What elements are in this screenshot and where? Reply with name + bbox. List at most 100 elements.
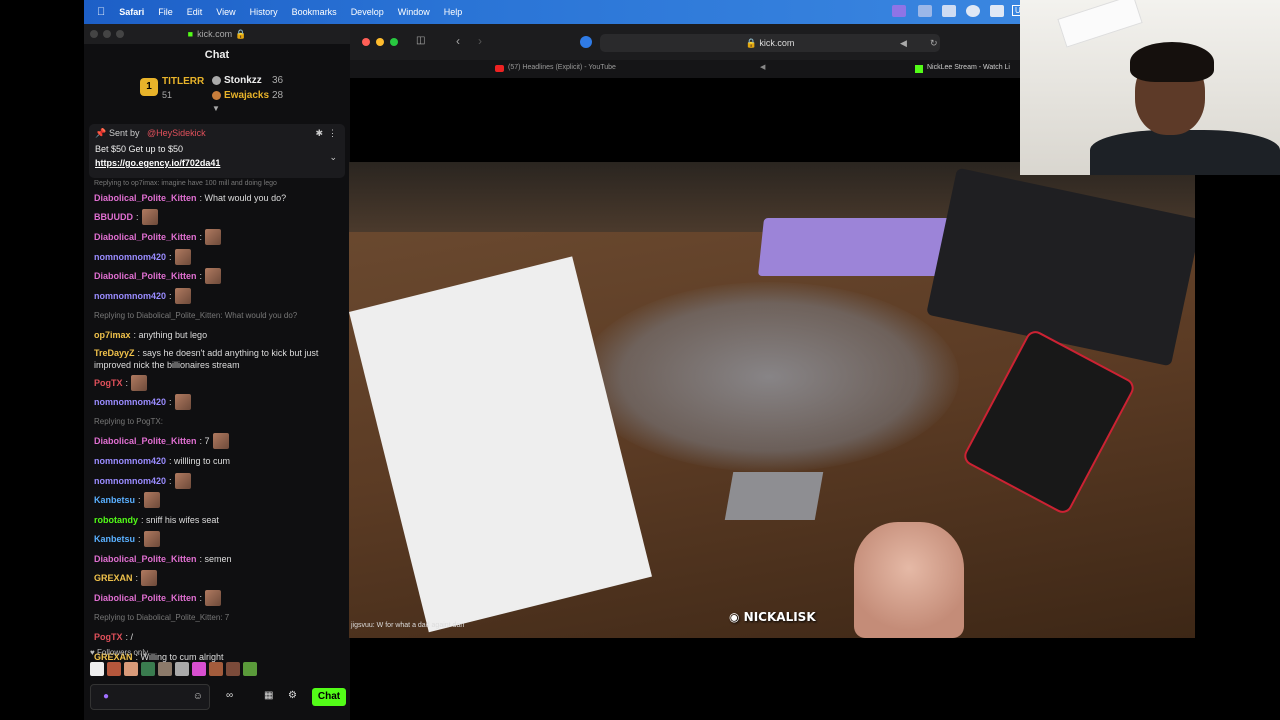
second-gifter[interactable]: Stonkzz (224, 75, 262, 86)
tab-kick[interactable]: NickLee Stream - Watch Li (927, 64, 1010, 71)
more-options-icon[interactable]: ⋮ (328, 128, 337, 139)
chat-message[interactable]: Kanbetsu: (84, 530, 350, 550)
collapse-chevron-icon[interactable]: ⌄ (329, 152, 337, 163)
unpin-icon[interactable]: ✱ (315, 128, 323, 139)
username[interactable]: Diabolical_Polite_Kitten (94, 232, 197, 242)
username[interactable]: Diabolical_Polite_Kitten (94, 554, 197, 564)
safari-close-icon[interactable] (362, 38, 370, 46)
menu-file[interactable]: File (158, 7, 173, 17)
reply-indicator[interactable]: Replying to Diabolical_Polite_Kitten: Wh… (84, 306, 350, 326)
chat-message[interactable]: Kanbetsu: (84, 490, 350, 510)
emote-icon[interactable] (175, 662, 189, 676)
chat-message[interactable]: nomnomnom420: (84, 286, 350, 306)
emote-icon[interactable] (209, 662, 223, 676)
play-icon[interactable] (966, 5, 980, 17)
expand-chevron-icon[interactable]: ▼ (212, 104, 220, 113)
username[interactable]: GREXAN (94, 573, 133, 583)
mute-tab-icon[interactable]: ◀ (900, 38, 907, 49)
username[interactable]: Diabolical_Polite_Kitten (94, 193, 197, 203)
tab-audio-icon[interactable]: ◀ (760, 63, 765, 71)
chat-message[interactable]: Diabolical_Polite_Kitten: (84, 227, 350, 247)
microphone-icon[interactable]: ● (103, 691, 109, 702)
chat-message[interactable]: op7imax: anything but lego (84, 325, 350, 345)
reload-icon[interactable]: ↻ (930, 38, 938, 49)
chat-message[interactable]: nomnomnom420: (84, 247, 350, 267)
username[interactable]: BBUUDD (94, 212, 133, 222)
stream-video[interactable]: ◉ NICKALISK jigsvuu: W for what a dad ag… (349, 162, 1195, 638)
menu-help[interactable]: Help (444, 7, 463, 17)
username[interactable]: robotandy (94, 515, 138, 525)
minimize-icon[interactable] (103, 30, 111, 38)
emote-icon[interactable] (124, 662, 138, 676)
emote-icon[interactable] (226, 662, 240, 676)
menu-view[interactable]: View (216, 7, 235, 17)
chat-send-button[interactable]: Chat (312, 688, 346, 706)
settings-gear-icon[interactable]: ⚙ (288, 690, 297, 701)
emote-icon[interactable] (107, 662, 121, 676)
sidebar-icon[interactable]: ◫ (416, 35, 425, 46)
username[interactable]: op7imax (94, 330, 131, 340)
chat-message[interactable]: BBUUDD: (84, 208, 350, 228)
chat-message[interactable]: Diabolical_Polite_Kitten: (84, 266, 350, 286)
safari-zoom-icon[interactable] (390, 38, 398, 46)
pinned-message[interactable]: 📌 Sent by @HeySidekick ✱ ⋮ Bet $50 Get u… (89, 124, 345, 178)
username[interactable]: nomnomnom420 (94, 291, 166, 301)
username[interactable]: nomnomnom420 (94, 252, 166, 262)
username[interactable]: nomnomnom420 (94, 476, 166, 486)
chat-message[interactable]: TreDayyZ: says he doesn't add anything t… (84, 345, 350, 373)
reply-indicator[interactable]: Replying to Diabolical_Polite_Kitten: 7 (84, 608, 350, 628)
chat-message[interactable]: PogTX: (84, 373, 350, 393)
username[interactable]: nomnomnom420 (94, 397, 166, 407)
username[interactable]: PogTX (94, 632, 123, 642)
display-icon[interactable] (942, 5, 956, 17)
back-icon[interactable]: ‹ (456, 34, 460, 48)
tv-icon[interactable] (990, 5, 1004, 17)
chat-message[interactable]: nomnomnom420: (84, 392, 350, 412)
chat-message[interactable]: Diabolical_Polite_Kitten: (84, 588, 350, 608)
zoom-icon[interactable] (116, 30, 124, 38)
address-bar[interactable]: 🔒 kick.com (600, 34, 940, 52)
screen-record-icon[interactable] (892, 5, 906, 17)
username[interactable]: TreDayyZ (94, 348, 135, 358)
chat-message[interactable]: Diabolical_Polite_Kitten: semen (84, 549, 350, 569)
emote-icon[interactable] (192, 662, 206, 676)
shield-icon[interactable] (918, 5, 932, 17)
reply-indicator[interactable]: Replying to PogTX: (84, 412, 350, 432)
chat-message[interactable]: nomnomnom420: (84, 471, 350, 491)
chat-message[interactable]: Diabolical_Polite_Kitten: 7 (84, 432, 350, 452)
menu-window[interactable]: Window (398, 7, 430, 17)
username[interactable]: Kanbetsu (94, 495, 135, 505)
username[interactable]: Diabolical_Polite_Kitten (94, 271, 197, 281)
emote-icon[interactable] (243, 662, 257, 676)
menu-edit[interactable]: Edit (187, 7, 203, 17)
username[interactable]: PogTX (94, 378, 123, 388)
chat-message[interactable]: PogTX: / (84, 627, 350, 647)
extension-icon[interactable] (580, 36, 592, 48)
apple-icon[interactable]:  (97, 6, 105, 18)
menu-history[interactable]: History (250, 7, 278, 17)
safari-minimize-icon[interactable] (376, 38, 384, 46)
top-gifter[interactable]: TITLERR (162, 76, 204, 87)
chat-input[interactable]: ● ☺ (90, 684, 210, 710)
emote-icon[interactable] (141, 662, 155, 676)
username[interactable]: Diabolical_Polite_Kitten (94, 436, 197, 446)
pinned-link[interactable]: https://go.egency.io/f702da41 (95, 158, 220, 168)
username[interactable]: nomnomnom420 (94, 456, 166, 466)
chat-message[interactable]: GREXAN: (84, 569, 350, 589)
username[interactable]: Kanbetsu (94, 534, 135, 544)
username[interactable]: Diabolical_Polite_Kitten (94, 593, 197, 603)
emoji-icon[interactable]: ☺ (193, 691, 203, 702)
infinity-icon[interactable]: ∞ (226, 690, 233, 701)
emote-icon[interactable] (158, 662, 172, 676)
close-icon[interactable] (90, 30, 98, 38)
menu-develop[interactable]: Develop (351, 7, 384, 17)
third-gifter[interactable]: Ewajacks (224, 90, 269, 101)
menu-app-name[interactable]: Safari (119, 7, 144, 17)
forward-icon[interactable]: › (478, 34, 482, 48)
tab-youtube[interactable]: (57) Headlines (Explicit) - YouTube (508, 64, 616, 71)
chat-message[interactable]: robotandy: sniff his wifes seat (84, 510, 350, 530)
menu-bookmarks[interactable]: Bookmarks (292, 7, 337, 17)
pinned-sender[interactable]: @HeySidekick (147, 128, 206, 138)
chat-message[interactable]: nomnomnom420: willling to cum (84, 451, 350, 471)
emote-icon[interactable] (90, 662, 104, 676)
